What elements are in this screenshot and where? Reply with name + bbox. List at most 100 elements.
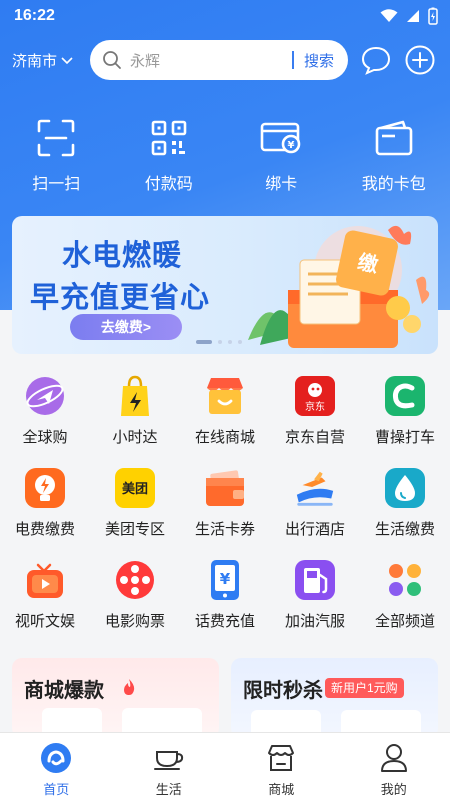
fuel-icon — [295, 560, 335, 600]
service-label: 加油汽服 — [284, 613, 345, 630]
promo-card-flash-sale[interactable]: 限时秒杀 新用户1元购 — [231, 658, 438, 738]
service-video-entertainment[interactable]: 视听文娱 — [0, 554, 90, 646]
banner-illustration: 缴 — [248, 225, 430, 348]
service-label: 全球购 — [22, 429, 68, 446]
tab-label: 生活 — [155, 782, 182, 797]
meituan-icon: 美团 — [115, 468, 155, 508]
jd-icon: 京东 — [295, 376, 335, 416]
service-label: 美团专区 — [104, 521, 165, 538]
quick-action-label: 绑卡 — [265, 176, 298, 193]
service-label: 话费充值 — [194, 613, 255, 630]
service-label: 视听文娱 — [14, 613, 75, 630]
service-caocao-taxi[interactable]: 曹操打车 — [360, 370, 450, 462]
svg-text:京东: 京东 — [305, 400, 325, 413]
banner-pagination — [196, 340, 242, 344]
quick-action-pay-code[interactable]: 付款码 — [119, 118, 219, 198]
status-icons — [380, 7, 438, 25]
bottom-tab-bar: 首页 生活 商城 我的 — [0, 732, 450, 800]
service-row: 全球购 小时达 在线商城 京东 京东自营 曹操打车 — [0, 370, 450, 462]
service-phone-recharge[interactable]: ¥ 话费充值 — [180, 554, 270, 646]
city-label: 济南市 — [12, 53, 58, 70]
service-online-mall[interactable]: 在线商城 — [180, 370, 270, 462]
quick-actions: 扫一扫 付款码 ¥ 绑卡 我的卡包 — [0, 118, 450, 198]
svg-text:¥: ¥ — [220, 570, 231, 588]
service-all-channels[interactable]: 全部频道 — [360, 554, 450, 646]
electricity-icon — [25, 468, 65, 508]
chevron-down-icon — [61, 56, 73, 64]
tab-life[interactable]: 生活 — [113, 733, 226, 800]
quick-action-bind-card[interactable]: ¥ 绑卡 — [231, 118, 331, 198]
search-divider — [291, 51, 294, 69]
new-user-tag: 新用户1元购 — [325, 678, 404, 698]
quick-action-scan[interactable]: 扫一扫 — [6, 118, 106, 198]
all-channels-icon — [389, 564, 421, 596]
promo-banner[interactable]: 水电燃暖 早充值更省心 去缴费> 缴 — [12, 216, 438, 354]
promo-card-title: 商城爆款 — [24, 680, 104, 702]
service-movie-ticket[interactable]: 电影购票 — [90, 554, 180, 646]
service-label: 电影购票 — [104, 613, 165, 630]
service-hour-delivery[interactable]: 小时达 — [90, 370, 180, 462]
status-time: 16:22 — [14, 7, 55, 24]
city-selector[interactable]: 济南市 — [12, 50, 73, 71]
online-mall-icon — [207, 378, 243, 414]
service-label: 京东自营 — [284, 429, 345, 446]
tab-home[interactable]: 首页 — [0, 733, 113, 800]
tab-label: 我的 — [380, 782, 407, 797]
service-label: 在线商城 — [194, 429, 255, 446]
coupon-icon — [206, 470, 244, 506]
top-bar: 济南市 永辉 搜索 — [0, 40, 450, 80]
phone-recharge-icon: ¥ — [211, 560, 239, 600]
quick-action-label: 我的卡包 — [361, 176, 426, 193]
wallet-icon — [375, 120, 413, 156]
search-button[interactable]: 搜索 — [304, 50, 334, 71]
service-jd[interactable]: 京东 京东自营 — [270, 370, 360, 462]
quick-action-card-wallet[interactable]: 我的卡包 — [344, 118, 444, 198]
search-bar[interactable]: 永辉 搜索 — [90, 40, 348, 80]
caocao-taxi-icon — [385, 376, 425, 416]
service-label: 出行酒店 — [284, 521, 345, 538]
promo-card-hot-items[interactable]: 商城爆款 — [12, 658, 219, 738]
video-entertainment-icon — [27, 563, 63, 598]
service-label: 电费缴费 — [14, 521, 75, 538]
service-label: 曹操打车 — [374, 429, 435, 446]
add-icon[interactable] — [404, 44, 436, 76]
service-label: 小时达 — [112, 429, 158, 446]
service-fuel[interactable]: 加油汽服 — [270, 554, 360, 646]
service-grid: 全球购 小时达 在线商城 京东 京东自营 曹操打车 电费缴费 美团 美团专区 生… — [0, 370, 450, 646]
service-label: 生活缴费 — [374, 521, 435, 538]
tab-label: 商城 — [268, 782, 295, 797]
home-icon — [41, 743, 72, 773]
search-input[interactable]: 永辉 — [130, 50, 292, 71]
scan-icon — [37, 119, 75, 157]
hour-delivery-icon — [121, 375, 149, 416]
tab-mine[interactable]: 我的 — [338, 733, 450, 800]
service-electricity[interactable]: 电费缴费 — [0, 462, 90, 554]
status-bar: 16:22 — [0, 0, 450, 34]
travel-hotel-icon — [296, 471, 334, 506]
service-travel-hotel[interactable]: 出行酒店 — [270, 462, 360, 554]
battery-icon — [428, 7, 438, 25]
svg-text:¥: ¥ — [288, 140, 295, 151]
bind-card-icon: ¥ — [260, 122, 301, 154]
tab-label: 首页 — [43, 782, 70, 797]
message-icon[interactable] — [360, 44, 392, 76]
quick-action-label: 扫一扫 — [32, 176, 81, 193]
signal-icon — [407, 10, 419, 22]
service-utility-payment[interactable]: 生活缴费 — [360, 462, 450, 554]
tab-store[interactable]: 商城 — [225, 733, 338, 800]
store-icon — [268, 745, 295, 771]
banner-title-line2: 早充值更省心 — [30, 282, 211, 314]
svg-text:美团: 美团 — [122, 481, 148, 497]
service-label: 生活卡券 — [194, 521, 255, 538]
banner-title-line1: 水电燃暖 — [62, 240, 183, 272]
banner-cta-button[interactable]: 去缴费> — [70, 314, 182, 340]
service-coupon[interactable]: 生活卡券 — [180, 462, 270, 554]
fire-icon — [124, 679, 135, 695]
utility-payment-icon — [385, 468, 425, 508]
service-meituan[interactable]: 美团 美团专区 — [90, 462, 180, 554]
wifi-icon — [380, 9, 398, 22]
service-global-shopping[interactable]: 全球购 — [0, 370, 90, 462]
service-row: 视听文娱 电影购票 ¥ 话费充值 加油汽服 全部频道 — [0, 554, 450, 646]
promo-cards: 商城爆款 限时秒杀 新用户1元购 — [12, 658, 438, 738]
user-icon — [380, 744, 407, 772]
